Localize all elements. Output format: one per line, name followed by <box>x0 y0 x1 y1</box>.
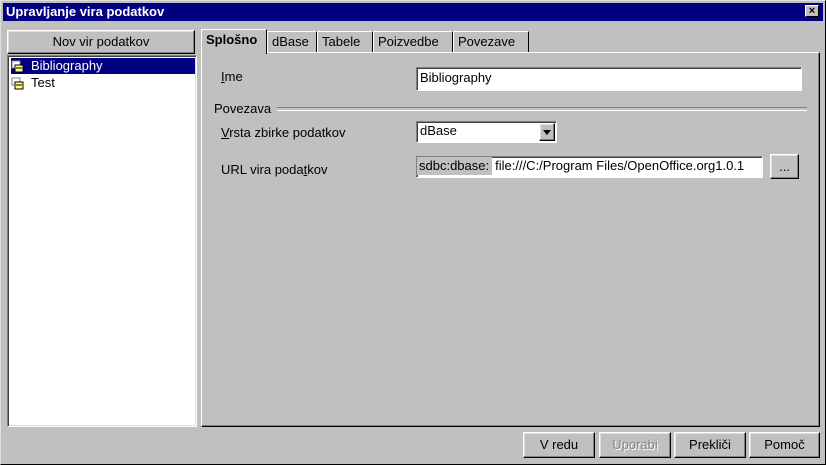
database-icon <box>11 60 25 73</box>
title-bar: Upravljanje vira podatkov × <box>3 3 823 21</box>
url-field[interactable]: sdbc:dbase: file:///C:/Program Files/Open… <box>416 156 763 178</box>
tab-tables[interactable]: Tabele <box>317 31 373 52</box>
browse-button[interactable]: ... <box>770 154 799 179</box>
url-prefix: sdbc:dbase: <box>417 157 493 175</box>
group-divider <box>277 107 807 111</box>
url-label: URL vira podatkov <box>221 162 328 177</box>
apply-button[interactable]: Uporabi <box>599 432 671 458</box>
list-item-test[interactable]: Test <box>11 75 59 91</box>
window-title: Upravljanje vira podatkov <box>6 4 165 19</box>
db-type-select[interactable]: dBase <box>416 121 557 143</box>
data-source-list[interactable]: Bibliography Test <box>7 55 197 427</box>
chevron-down-icon[interactable] <box>539 123 555 141</box>
name-label: Ime <box>221 69 243 84</box>
dialog-window: Upravljanje vira podatkov × Nov vir poda… <box>0 0 826 465</box>
tab-queries[interactable]: Poizvedbe <box>373 31 453 52</box>
tab-general[interactable]: Splošno <box>201 29 267 54</box>
url-value: file:///C:/Program Files/OpenOffice.org1… <box>495 158 745 173</box>
db-type-label: Vrsta zbirke podatkov <box>221 125 346 140</box>
list-item-label: Test <box>31 75 55 90</box>
database-icon <box>11 77 25 90</box>
list-item-bibliography[interactable]: Bibliography <box>11 58 195 74</box>
db-type-value: dBase <box>420 123 457 138</box>
help-button[interactable]: Pomoč <box>749 432 820 458</box>
cancel-button[interactable]: Prekliči <box>674 432 746 458</box>
connection-group-label: Povezava <box>214 101 272 116</box>
close-button[interactable]: × <box>805 5 819 17</box>
list-item-label: Bibliography <box>31 58 103 73</box>
tab-dbase[interactable]: dBase <box>267 31 317 52</box>
tab-links[interactable]: Povezave <box>453 31 529 52</box>
ok-button[interactable]: V redu <box>523 432 595 458</box>
name-field[interactable]: Bibliography <box>416 67 802 91</box>
new-data-source-button[interactable]: Nov vir podatkov <box>7 30 195 54</box>
